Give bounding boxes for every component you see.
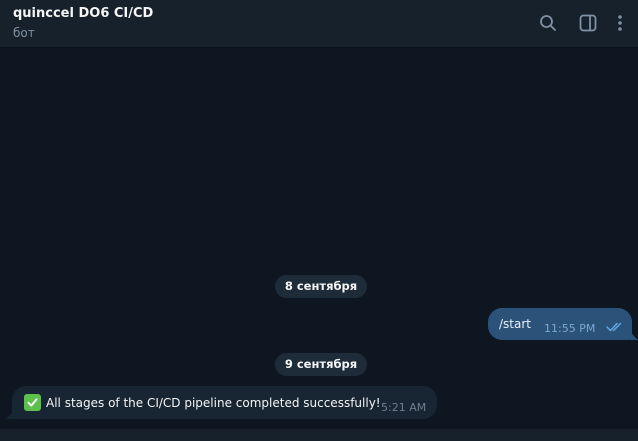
date-separator: 8 сентября — [275, 275, 367, 298]
chat-status: бот — [13, 26, 35, 40]
outgoing-message[interactable]: /start 11:55 PM — [488, 308, 638, 340]
message-time: 11:55 PM — [544, 322, 596, 335]
sidebar-panel-icon — [579, 14, 597, 32]
message-text[interactable]: All stages of the CI/CD pipeline complet… — [46, 396, 381, 410]
toggle-info-panel-button[interactable] — [574, 9, 602, 37]
more-options-button[interactable] — [606, 9, 634, 37]
telegram-chat-window: quinccel DO6 CI/CD бот 8 сентября /start… — [0, 0, 638, 441]
message-time: 5:21 AM — [381, 401, 427, 414]
more-vertical-icon — [618, 15, 622, 31]
search-icon — [540, 15, 556, 31]
date-separator: 9 сентября — [275, 353, 367, 376]
incoming-message[interactable]: All stages of the CI/CD pipeline complet… — [6, 386, 437, 419]
chat-header: quinccel DO6 CI/CD бот — [0, 0, 638, 48]
bubble-tail — [630, 332, 638, 340]
chat-title[interactable]: quinccel DO6 CI/CD — [13, 6, 153, 21]
message-text[interactable]: /start — [499, 317, 531, 331]
bubble-tail — [6, 411, 14, 419]
message-composer[interactable] — [0, 429, 638, 441]
check-mark-emoji-icon — [24, 394, 41, 411]
search-button[interactable] — [534, 9, 562, 37]
double-check-read-icon — [606, 322, 622, 332]
